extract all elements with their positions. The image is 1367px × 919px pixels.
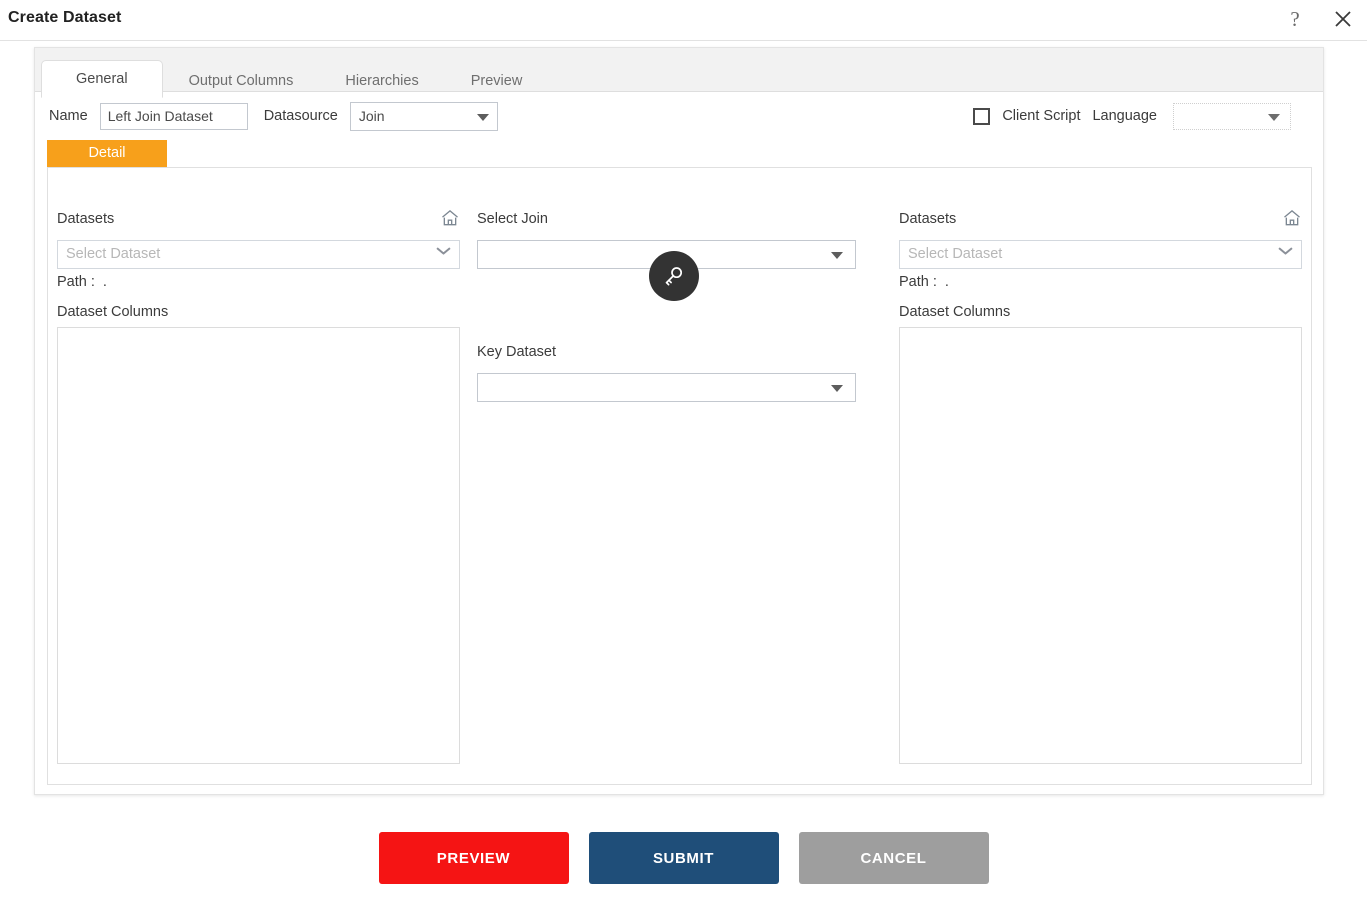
chevron-down-icon: [1279, 250, 1291, 262]
key-glyph: [665, 267, 683, 286]
cancel-button[interactable]: CANCEL: [798, 832, 989, 884]
datasource-select-wrap: Join: [349, 101, 498, 131]
close-icon[interactable]: [1329, 4, 1357, 34]
right-path-label: Path :: [899, 274, 937, 290]
left-dataset-select[interactable]: Select Dataset: [57, 240, 460, 269]
close-glyph: [1335, 11, 1351, 27]
chevron-down-icon: [1268, 113, 1280, 121]
language-select[interactable]: [1173, 102, 1291, 130]
title-bar: Create Dataset ?: [0, 0, 1367, 41]
home-icon[interactable]: [440, 208, 460, 228]
chevron-down-icon: [437, 250, 449, 262]
datasource-label: Datasource: [263, 108, 338, 124]
left-path-value: .: [102, 274, 107, 290]
preview-button[interactable]: PREVIEW: [378, 832, 569, 884]
client-script-checkbox[interactable]: [973, 107, 991, 125]
left-dataset-placeholder: Select Dataset: [66, 246, 161, 262]
language-label: Language: [1092, 108, 1157, 124]
right-datasets-label: Datasets: [899, 211, 957, 227]
script-options: Client Script Language: [973, 92, 1291, 140]
key-icon[interactable]: [649, 251, 699, 301]
submit-button[interactable]: SUBMIT: [588, 832, 779, 884]
right-columns-label: Dataset Columns: [899, 304, 1011, 320]
select-join-label: Select Join: [477, 211, 548, 227]
key-dataset-label: Key Dataset: [477, 344, 556, 360]
name-label: Name: [49, 108, 88, 124]
right-path-value: .: [944, 274, 949, 290]
dialog-card: General Output Columns Hierarchies Previ…: [34, 47, 1324, 795]
right-dataset-select[interactable]: Select Dataset: [899, 240, 1302, 269]
chevron-down-icon: [831, 385, 843, 392]
left-datasets-label: Datasets: [57, 211, 115, 227]
title-bar-actions: ?: [1281, 4, 1357, 34]
create-dataset-dialog: Create Dataset ? General Output Columns …: [0, 0, 1367, 919]
detail-tab[interactable]: Detail: [47, 140, 167, 167]
detail-panel: Datasets Select Dataset Path :. Dataset …: [47, 167, 1312, 785]
right-path: Path :.: [899, 274, 949, 290]
right-dataset-placeholder: Select Dataset: [908, 246, 1003, 262]
page-title: Create Dataset: [8, 9, 122, 26]
question-mark-glyph: ?: [1290, 6, 1300, 31]
tab-list: General Output Columns Hierarchies Previ…: [41, 48, 548, 98]
chevron-down-icon: [831, 252, 843, 259]
home-icon[interactable]: [1282, 208, 1302, 228]
tab-strip: General Output Columns Hierarchies Previ…: [35, 48, 1323, 98]
footer-actions: PREVIEW SUBMIT CANCEL: [0, 830, 1367, 886]
datasource-select[interactable]: Join: [349, 101, 498, 131]
home-glyph: [442, 210, 458, 226]
name-input[interactable]: [99, 102, 248, 130]
key-dataset-select[interactable]: [477, 373, 856, 402]
right-dataset-columns-list[interactable]: [899, 327, 1302, 764]
left-dataset-columns-list[interactable]: [57, 327, 460, 764]
left-columns-label: Dataset Columns: [57, 304, 169, 320]
client-script-label: Client Script: [1002, 108, 1081, 124]
help-icon[interactable]: ?: [1281, 4, 1309, 34]
left-path-label: Path :: [57, 274, 95, 290]
left-path: Path :.: [57, 274, 107, 290]
home-glyph: [1284, 210, 1300, 226]
tab-general[interactable]: General: [41, 60, 163, 98]
